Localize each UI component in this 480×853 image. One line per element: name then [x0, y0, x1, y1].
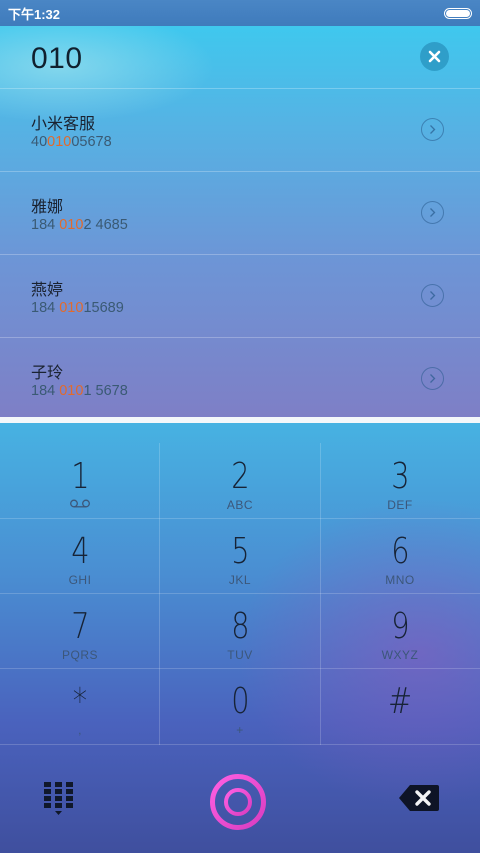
voicemail-icon [70, 499, 90, 508]
key-hash[interactable]: # [320, 668, 480, 743]
dialed-number: 010 [31, 42, 83, 75]
chevron-right-icon [430, 291, 436, 300]
contact-number: 184 0101 5678 [31, 383, 128, 399]
backspace-icon [399, 785, 439, 811]
contact-row[interactable]: 雅娜 184 0102 4685 [0, 171, 480, 254]
dialpad-grid: 1 2 ABC 3 DEF 4 GHI 5 JKL 6 MNO 7 PQRS 8… [0, 443, 480, 745]
contact-name: 雅娜 [31, 199, 64, 216]
chevron-right-icon [430, 125, 436, 134]
key-9[interactable]: 9 WXYZ [320, 593, 480, 668]
key-8[interactable]: 8 TUV [160, 593, 320, 668]
key-6[interactable]: 6 MNO [320, 518, 480, 593]
chevron-right-icon [430, 208, 436, 217]
contact-row[interactable]: 小米客服 4001005678 [0, 88, 480, 171]
search-results-panel: 010 小米客服 4001005678 雅娜 184 0102 4685 燕婷 … [0, 26, 480, 417]
call-ring-icon [210, 774, 266, 830]
key-star[interactable]: * , [0, 668, 160, 743]
key-1[interactable]: 1 [0, 443, 160, 518]
contact-name: 燕婷 [31, 282, 64, 299]
contact-number: 184 01015689 [31, 300, 124, 316]
contact-detail-button[interactable] [421, 367, 444, 390]
match-highlight: 010 [47, 134, 72, 150]
dialpad: 1 2 ABC 3 DEF 4 GHI 5 JKL 6 MNO 7 PQRS 8… [0, 423, 480, 853]
dialpad-grid-icon [44, 782, 73, 815]
contact-detail-button[interactable] [421, 284, 444, 307]
backspace-button[interactable] [398, 783, 440, 813]
match-highlight: 010 [59, 217, 84, 233]
key-5[interactable]: 5 JKL [160, 518, 320, 593]
battery-icon [444, 7, 472, 19]
contact-number: 184 0102 4685 [31, 217, 128, 233]
key-7[interactable]: 7 PQRS [0, 593, 160, 668]
status-time: 下午1:32 [8, 6, 61, 22]
match-highlight: 010 [59, 300, 84, 316]
chevron-right-icon [430, 374, 436, 383]
dialed-number-row: 010 [0, 26, 480, 88]
contact-row[interactable]: 子玲 184 0101 5678 [0, 337, 480, 420]
dialpad-toggle-button[interactable] [44, 782, 74, 816]
clear-button[interactable] [420, 42, 449, 71]
key-3[interactable]: 3 DEF [320, 443, 480, 518]
status-bar: 下午1:32 [0, 0, 480, 26]
contact-detail-button[interactable] [421, 118, 444, 141]
contact-number: 4001005678 [31, 134, 112, 150]
results-list: 小米客服 4001005678 雅娜 184 0102 4685 燕婷 184 … [0, 88, 480, 420]
key-2[interactable]: 2 ABC [160, 443, 320, 518]
contact-name: 小米客服 [31, 116, 96, 133]
contact-name: 子玲 [31, 365, 64, 382]
match-highlight: 010 [59, 383, 84, 399]
contact-row[interactable]: 燕婷 184 01015689 [0, 254, 480, 337]
dialer-action-bar [0, 745, 480, 853]
key-4[interactable]: 4 GHI [0, 518, 160, 593]
close-icon [428, 50, 441, 63]
contact-detail-button[interactable] [421, 201, 444, 224]
key-0[interactable]: 0 + [160, 668, 320, 743]
call-button[interactable] [209, 773, 267, 831]
